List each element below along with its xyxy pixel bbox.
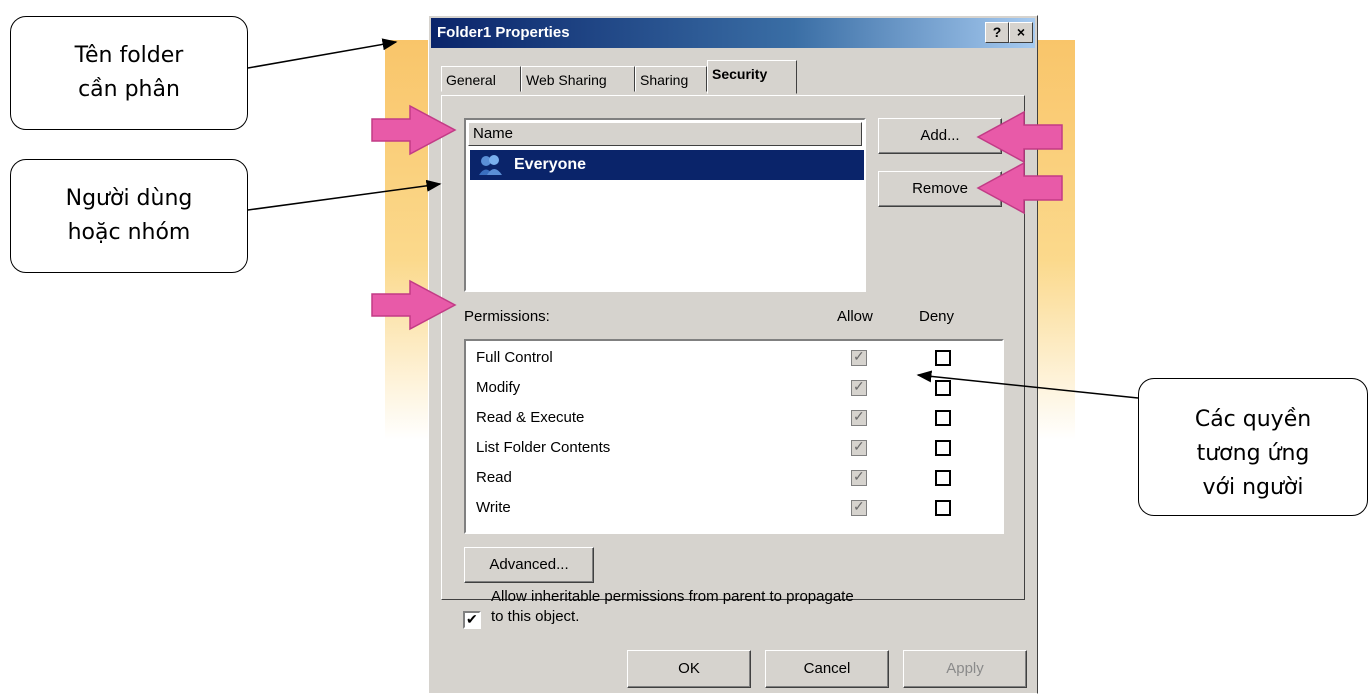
pointer-arrow-right-icon [371, 104, 457, 156]
pointer-arrow-left-icon [976, 161, 1063, 215]
connector-line [247, 179, 442, 211]
pointer-arrow-left-icon [976, 110, 1063, 164]
connector-line [247, 38, 398, 69]
connector-line [916, 370, 1139, 399]
pointer-arrow-right-icon [371, 279, 457, 331]
annotation-overlay [247, 38, 1139, 399]
